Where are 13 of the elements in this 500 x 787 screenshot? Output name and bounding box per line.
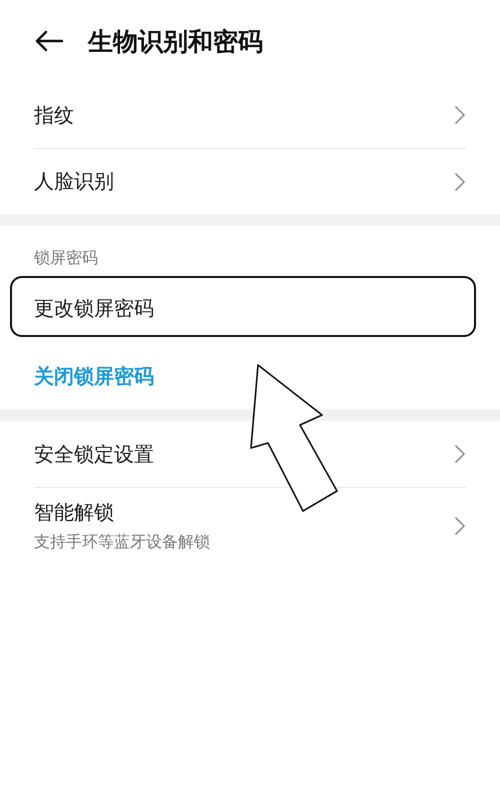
- chevron-right-icon[interactable]: [454, 105, 466, 125]
- setting-label[interactable]: 更改锁屏密码: [34, 294, 466, 322]
- setting-label[interactable]: 智能解锁: [34, 498, 454, 526]
- chevron-right-icon[interactable]: [454, 172, 466, 192]
- setting-label[interactable]: 指纹: [34, 102, 454, 128]
- setting-description: 支持手环等蓝牙设备解锁: [34, 532, 211, 552]
- section-label: 锁屏密码: [33, 247, 99, 269]
- page-title: 生物识别和密码: [88, 26, 263, 58]
- chevron-right-icon[interactable]: [454, 516, 466, 536]
- back-icon[interactable]: [34, 30, 64, 52]
- chevron-right-icon[interactable]: [454, 444, 466, 464]
- setting-label[interactable]: 安全锁定设置: [34, 440, 454, 468]
- setting-label[interactable]: 人脸识别: [34, 168, 454, 195]
